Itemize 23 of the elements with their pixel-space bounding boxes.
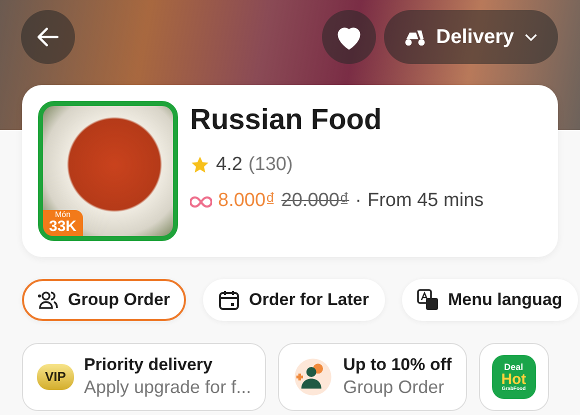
chip-button[interactable]: Order for Later [203,279,385,321]
vip-badge: VIP [37,364,74,390]
calendar-icon [217,288,242,312]
delivery-mode-button[interactable]: Delivery [384,10,558,64]
promo-subtitle: Apply upgrade for f... [84,376,252,400]
chip-button[interactable]: Group Order [22,279,186,321]
review-count: (130) [248,152,293,177]
discount-price: 8.000₫ [218,189,276,214]
back-button[interactable] [21,10,75,64]
promo-title: Up to 10% off [343,354,452,376]
separator-dot: · [355,189,362,214]
price-badge: Món 33K [43,210,83,236]
group-people-icon [293,357,334,397]
star-icon [190,155,210,176]
original-price: 20.000₫ [281,189,350,214]
promo-subtitle: Group Order [343,376,446,400]
chip-button[interactable]: Menu languag [402,279,578,321]
translate-icon [416,288,440,312]
restaurant-name: Russian Food [190,105,383,137]
promo-card[interactable]: Up to 10% off Group Order [278,343,467,411]
promo-title: Priority delivery [84,354,214,376]
rating-value: 4.2 [216,152,242,177]
delivery-time: From 45 mins [368,189,484,214]
